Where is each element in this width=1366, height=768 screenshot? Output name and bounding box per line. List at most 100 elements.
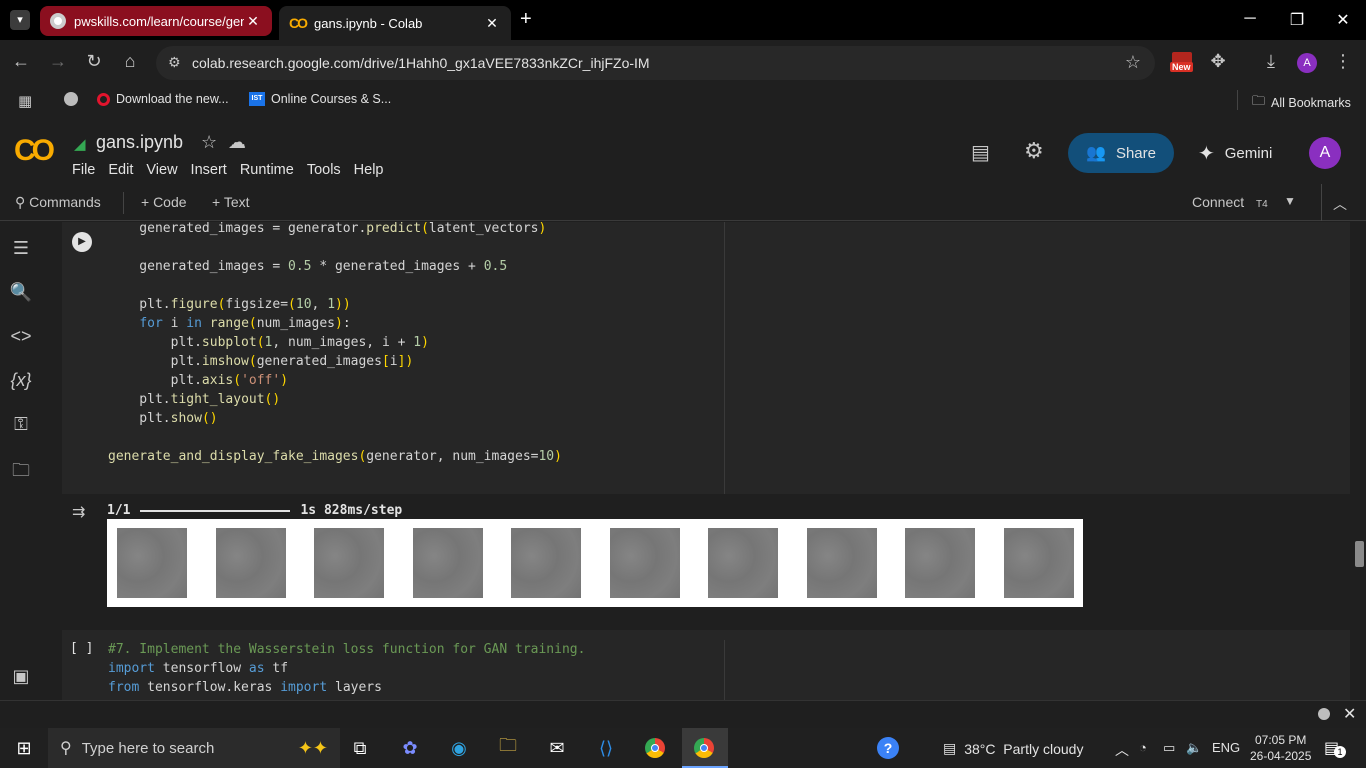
browser-tab-strip: ▾ pwskills.com/learn/course/gena ✕ CO ga… xyxy=(0,0,1366,40)
add-text-button[interactable]: + Text xyxy=(212,194,250,210)
colab-logo-icon[interactable]: CO xyxy=(14,134,55,168)
menu-insert[interactable]: Insert xyxy=(191,162,234,178)
code-cell[interactable]: ▶ generated_images = generator.predict(l… xyxy=(62,222,1350,494)
menu-runtime[interactable]: Runtime xyxy=(240,162,301,178)
edge-icon[interactable]: ◉ xyxy=(445,736,473,760)
file-explorer-icon[interactable]: 🗀 xyxy=(494,735,522,760)
code-line: plt.tight_layout() xyxy=(108,392,281,407)
connect-dropdown-icon[interactable]: ▼ xyxy=(1284,194,1296,208)
task-view-icon[interactable]: ⧉ xyxy=(346,736,374,760)
network-icon[interactable]: ◔ xyxy=(1139,740,1147,755)
clock[interactable]: 07:05 PM 26-04-2025 xyxy=(1250,732,1311,764)
code-line: #7. Implement the Wasserstein loss funct… xyxy=(108,642,586,657)
connect-label: Connect xyxy=(1192,194,1245,210)
chrome-icon[interactable] xyxy=(641,736,669,760)
comments-icon[interactable]: ▤ xyxy=(971,140,990,165)
code-line: plt.subplot(1, num_images, i + 1) xyxy=(108,335,429,350)
bookmark-opera[interactable]: Download the new... xyxy=(97,92,229,106)
tray-overflow-icon[interactable]: ︿ xyxy=(1115,740,1129,760)
minimize-icon[interactable]: ─ xyxy=(1240,10,1260,28)
notebook-scrollbar[interactable] xyxy=(1353,222,1366,700)
settings-gear-icon[interactable]: ⚙ xyxy=(1024,138,1044,164)
code-editor[interactable]: generated_images = generator.predict(lat… xyxy=(108,222,725,466)
forward-icon[interactable]: → xyxy=(47,51,69,72)
output-actions-icon[interactable]: ⇉ xyxy=(72,502,85,522)
code-editor[interactable]: #7. Implement the Wasserstein loss funct… xyxy=(108,640,725,697)
generated-image xyxy=(708,528,778,598)
new-extension-icon[interactable]: New xyxy=(1170,52,1194,76)
notebook-title[interactable]: gans.ipynb xyxy=(96,132,183,153)
star-icon[interactable]: ☆ xyxy=(201,132,217,153)
close-window-icon[interactable]: ✕ xyxy=(1333,10,1353,30)
tab-search-icon[interactable]: ▾ xyxy=(10,10,30,30)
files-folder-icon[interactable]: 🗀 xyxy=(8,458,34,488)
runtime-type-label: T4 xyxy=(1256,199,1268,210)
commands-divider xyxy=(123,192,124,214)
volume-icon[interactable]: 🔈 xyxy=(1186,740,1202,756)
share-button[interactable]: 👥 Share xyxy=(1068,133,1174,173)
bookmark-online-courses[interactable]: IST Online Courses & S... xyxy=(249,92,391,106)
code-line: import tensorflow as tf xyxy=(108,661,289,676)
globe-bookmark-icon[interactable] xyxy=(64,92,78,106)
connect-button[interactable]: Connect T4 xyxy=(1192,194,1268,210)
tab-colab[interactable]: CO gans.ipynb - Colab ✕ xyxy=(279,6,511,40)
site-info-icon[interactable]: ⚙ xyxy=(168,54,181,71)
close-tab-icon[interactable]: ✕ xyxy=(483,15,501,32)
extensions-icon[interactable]: ✥ xyxy=(1207,51,1229,72)
notifications-icon[interactable]: ▤ 1 xyxy=(1324,738,1346,758)
close-status-icon[interactable]: ✕ xyxy=(1343,704,1356,724)
menu-view[interactable]: View xyxy=(146,162,184,178)
code-snippets-icon[interactable]: <> xyxy=(8,326,34,347)
scrollbar-thumb[interactable] xyxy=(1355,541,1364,567)
menu-file[interactable]: File xyxy=(72,162,102,178)
battery-icon[interactable]: ▭ xyxy=(1163,740,1175,756)
find-replace-icon[interactable]: 🔍 xyxy=(8,282,34,303)
windows-start-icon[interactable]: ⊞ xyxy=(10,736,38,760)
home-icon[interactable]: ⌂ xyxy=(119,51,141,72)
variables-icon[interactable]: {x} xyxy=(8,370,34,391)
generated-image xyxy=(215,528,286,598)
taskbar-search[interactable]: ⚲ Type here to search ✦✦ xyxy=(48,728,340,768)
mail-icon[interactable]: ✉ xyxy=(543,736,571,760)
add-code-button[interactable]: + Code xyxy=(141,194,187,210)
browser-menu-icon[interactable]: ⋮ xyxy=(1332,51,1354,72)
restore-icon[interactable]: ❐ xyxy=(1287,10,1307,30)
new-tab-icon[interactable]: + xyxy=(520,8,532,31)
search-highlight-icon: ✦✦ xyxy=(297,737,328,758)
run-cell-button[interactable]: ▶ xyxy=(72,232,92,252)
windows-taskbar: ⊞ ⚲ Type here to search ✦✦ ⧉ ✿ ◉ 🗀 ✉ ⟨⟩ … xyxy=(0,728,1366,768)
reload-icon[interactable]: ↻ xyxy=(83,51,105,72)
back-icon[interactable]: ← xyxy=(10,51,32,72)
table-of-contents-icon[interactable]: ☰ xyxy=(8,238,34,259)
menu-bar: File Edit View Insert Runtime Tools Help xyxy=(72,162,397,178)
downloads-icon[interactable]: ⤓ xyxy=(1260,51,1282,72)
close-tab-icon[interactable]: ✕ xyxy=(244,13,262,30)
language-indicator[interactable]: ENG xyxy=(1212,740,1240,755)
bookmark-star-icon[interactable]: ☆ xyxy=(1125,52,1141,73)
gemini-button[interactable]: ✦ Gemini xyxy=(1198,141,1272,166)
help-icon[interactable]: ? xyxy=(874,736,902,760)
copilot-icon[interactable]: ✿ xyxy=(396,736,424,760)
collapse-header-icon[interactable]: ︿ xyxy=(1333,194,1347,214)
vscode-icon[interactable]: ⟨⟩ xyxy=(592,736,620,760)
menu-edit[interactable]: Edit xyxy=(108,162,140,178)
menu-tools[interactable]: Tools xyxy=(307,162,348,178)
share-label: Share xyxy=(1115,144,1156,162)
address-bar[interactable]: ⚙ colab.research.google.com/drive/1Hahh0… xyxy=(156,46,1155,80)
code-cell[interactable]: [ ] #7. Implement the Wasserstein loss f… xyxy=(62,630,1350,700)
browser-profile-avatar[interactable]: A xyxy=(1297,53,1317,73)
secrets-key-icon[interactable]: ⚿ xyxy=(8,414,34,435)
apps-grid-icon[interactable]: ▦ xyxy=(18,92,32,110)
gemini-label: Gemini xyxy=(1224,145,1273,162)
menu-help[interactable]: Help xyxy=(354,162,391,178)
weather-widget[interactable]: ▤ 38°C Partly cloudy xyxy=(943,740,1083,757)
all-bookmarks[interactable]: 🗀 All Bookmarks xyxy=(1252,92,1351,114)
cell-exec-count[interactable]: [ ] xyxy=(70,641,93,656)
tab-pwskills[interactable]: pwskills.com/learn/course/gena ✕ xyxy=(40,6,272,36)
account-avatar[interactable]: A xyxy=(1309,137,1341,169)
chrome-active-app[interactable] xyxy=(682,728,728,768)
commands-button[interactable]: ⚲ Commands xyxy=(15,194,101,211)
terminal-icon[interactable]: ▣ xyxy=(8,666,34,687)
cloud-saved-icon[interactable]: ☁ xyxy=(228,132,246,153)
